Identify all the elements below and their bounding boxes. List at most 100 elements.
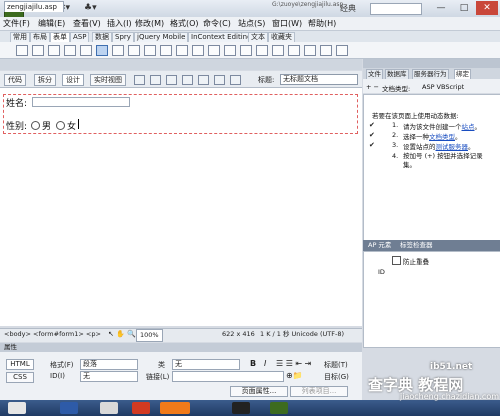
spry-validation-icon[interactable] <box>240 45 252 56</box>
minimize-button[interactable]: — <box>430 1 452 15</box>
app-icon[interactable] <box>100 402 118 414</box>
spry-confirm-icon[interactable] <box>320 45 332 56</box>
dreamweaver-task-icon[interactable] <box>270 402 288 414</box>
live-view-button[interactable]: 实时视图 <box>90 74 126 86</box>
step-text: 选择一种 <box>403 133 429 141</box>
menu-modify[interactable]: 修改(M) <box>135 18 164 29</box>
format-select[interactable]: 段落 <box>80 359 138 370</box>
html-mode-button[interactable]: HTML <box>6 359 34 370</box>
doctype-link[interactable]: 文档类型 <box>429 133 455 141</box>
insert-tab-common[interactable]: 常用 <box>10 32 30 42</box>
spry-select-icon[interactable] <box>288 45 300 56</box>
split-view-button[interactable]: 拆分 <box>34 74 56 86</box>
site-icon[interactable]: ♣▾ <box>84 3 97 14</box>
insert-tab-favorites[interactable]: 收藏夹 <box>268 32 295 42</box>
spry-textarea-icon[interactable] <box>256 45 268 56</box>
insert-tab-forms[interactable]: 表单 <box>50 32 70 42</box>
ppt-icon[interactable] <box>132 402 150 414</box>
panel-tab-bindings[interactable]: 绑定 <box>454 69 471 79</box>
fieldset-icon[interactable] <box>224 45 236 56</box>
spry-radio-icon[interactable] <box>336 45 348 56</box>
radio-female[interactable] <box>56 121 65 130</box>
menu-commands[interactable]: 命令(C) <box>203 18 231 29</box>
preview-browser-icon[interactable] <box>150 75 161 85</box>
test-server-link[interactable]: 测试服务器 <box>436 143 469 151</box>
list-item-button[interactable]: 列表项目... <box>290 386 348 397</box>
radio-button-icon[interactable] <box>96 45 108 56</box>
prevent-overlap-label: 防止重叠 <box>403 258 429 266</box>
browser-icon[interactable] <box>160 402 190 414</box>
bold-icon[interactable]: B <box>250 359 256 368</box>
panel-tab-files[interactable]: 文件 <box>366 69 383 79</box>
close-button[interactable]: ✕ <box>476 1 498 15</box>
site-link[interactable]: 站点 <box>462 123 475 131</box>
start-icon[interactable] <box>8 402 26 414</box>
text-field-icon[interactable] <box>32 45 44 56</box>
list-icon[interactable]: ☰ ☰ ⇤ ⇥ <box>276 359 311 368</box>
menu-file[interactable]: 文件(F) <box>3 18 30 29</box>
w3c-validation-icon[interactable] <box>182 75 193 85</box>
file-field-icon[interactable] <box>176 45 188 56</box>
maximize-button[interactable]: □ <box>453 1 475 15</box>
add-icon[interactable]: + − <box>366 83 379 91</box>
menu-help[interactable]: 帮助(H) <box>308 18 336 29</box>
link-input[interactable] <box>172 371 284 382</box>
image-field-icon[interactable] <box>160 45 172 56</box>
window-size[interactable]: 622 x 416 <box>222 329 255 340</box>
jump-menu-icon[interactable] <box>144 45 156 56</box>
code-view-button[interactable]: 代码 <box>4 74 26 86</box>
target-label: 目标(G) <box>324 373 349 381</box>
page-properties-button[interactable]: 页面属性... <box>230 386 288 397</box>
name-input[interactable] <box>32 97 130 107</box>
visual-aids-icon[interactable] <box>214 75 225 85</box>
word-icon[interactable] <box>60 402 78 414</box>
select-list-icon[interactable] <box>128 45 140 56</box>
tag-inspector-tab[interactable]: 标签检查器 <box>398 241 435 250</box>
terminal-icon[interactable] <box>232 402 250 414</box>
multiscreen-icon[interactable] <box>134 75 145 85</box>
file-management-icon[interactable] <box>166 75 177 85</box>
search-input[interactable] <box>370 3 422 15</box>
ap-elements-tab[interactable]: AP 元素 <box>366 241 393 250</box>
point-to-file-icon[interactable]: ⊕📁 <box>286 371 303 380</box>
panel-tab-server-behaviors[interactable]: 服务器行为 <box>412 69 449 79</box>
tag-selector[interactable]: <body> <form#form1> <p> <box>4 329 101 340</box>
checkbox-icon[interactable] <box>80 45 92 56</box>
menu-site[interactable]: 站点(S) <box>238 18 265 29</box>
check-browser-icon[interactable] <box>198 75 209 85</box>
form-icon[interactable] <box>16 45 28 56</box>
label-icon[interactable] <box>208 45 220 56</box>
title-input[interactable]: 无标题文档 <box>280 74 358 85</box>
insert-tab-incontext[interactable]: InContext Editing <box>188 32 255 42</box>
step-text: 按加号 (+) 按钮并选择记录集。 <box>403 152 483 169</box>
button-icon[interactable] <box>192 45 204 56</box>
class-select[interactable]: 无 <box>172 359 240 370</box>
insert-tab-text[interactable]: 文本 <box>248 32 268 42</box>
textarea-icon[interactable] <box>48 45 60 56</box>
menu-view[interactable]: 查看(V) <box>73 18 101 29</box>
italic-icon[interactable]: I <box>264 359 266 368</box>
prevent-overlap-checkbox[interactable] <box>392 256 401 265</box>
menu-edit[interactable]: 编辑(E) <box>38 18 65 29</box>
hidden-field-icon[interactable] <box>64 45 76 56</box>
insert-tab-spry[interactable]: Spry <box>112 32 134 42</box>
menu-window[interactable]: 窗口(W) <box>272 18 302 29</box>
menu-insert[interactable]: 插入(I) <box>107 18 132 29</box>
spry-checkbox-icon[interactable] <box>272 45 284 56</box>
css-mode-button[interactable]: CSS <box>6 372 34 383</box>
insert-tab-asp[interactable]: ASP <box>70 32 90 42</box>
refresh-icon[interactable] <box>230 75 241 85</box>
id-select[interactable]: 无 <box>80 371 138 382</box>
panel-tab-databases[interactable]: 数据库 <box>385 69 409 79</box>
menu-format[interactable]: 格式(O) <box>170 18 199 29</box>
document-tab[interactable]: zengjiajilu.asp <box>4 1 64 12</box>
design-view-button[interactable]: 设计 <box>62 74 84 86</box>
radio-group-icon[interactable] <box>112 45 124 56</box>
select-tool-icon[interactable]: ↖ ✋ 🔍 <box>108 330 136 338</box>
spry-password-icon[interactable] <box>304 45 316 56</box>
radio-male[interactable] <box>31 121 40 130</box>
insert-tab-data[interactable]: 数据 <box>92 32 112 42</box>
zoom-select[interactable]: 100% <box>136 329 163 342</box>
insert-tab-layout[interactable]: 布局 <box>30 32 50 42</box>
insert-tab-jquery-mobile[interactable]: jQuery Mobile <box>134 32 189 42</box>
